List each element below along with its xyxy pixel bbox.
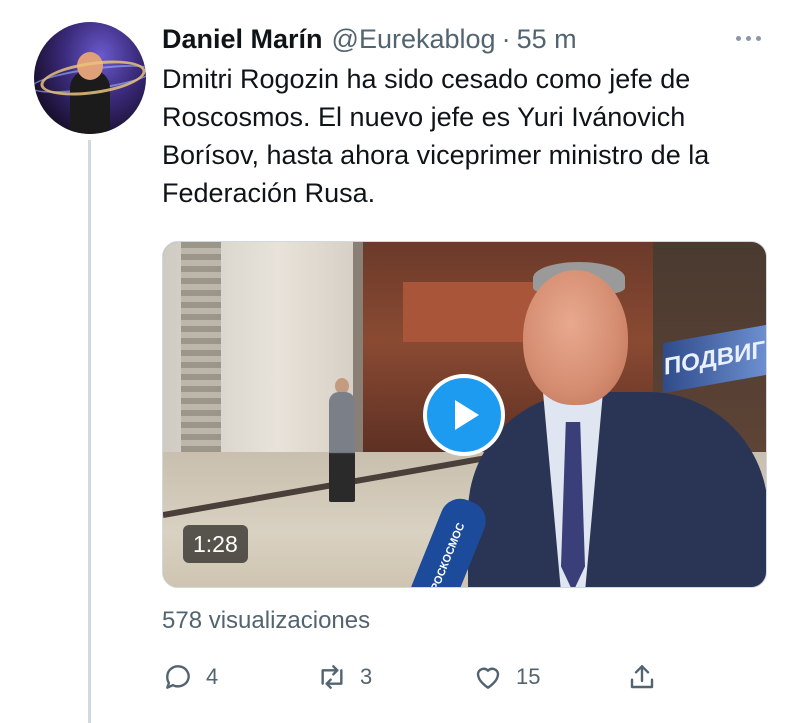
- like-count: 15: [516, 664, 541, 689]
- thread-line: [88, 140, 91, 723]
- microphone-label: РОСКОСМОС: [428, 521, 468, 588]
- reply-icon: [166, 665, 190, 689]
- video-player[interactable]: ПОДВИГ РОСКОСМОС 1:28: [162, 241, 767, 588]
- video-frame-walker: [329, 392, 355, 502]
- avatar[interactable]: [34, 22, 146, 134]
- video-frame-face: [523, 270, 628, 405]
- share-icon: [630, 665, 654, 689]
- reply-count: 4: [206, 664, 219, 689]
- share-button[interactable]: [626, 655, 658, 699]
- retweet-icon: [321, 665, 343, 689]
- tweet-actions: 4 3 15: [162, 655, 672, 699]
- video-frame-pillar: [181, 242, 221, 472]
- like-button[interactable]: 15: [472, 655, 540, 699]
- avatar-planet-ring: [38, 54, 146, 102]
- more-options-icon[interactable]: [726, 24, 770, 52]
- reply-button[interactable]: 4: [162, 655, 218, 699]
- retweet-count: 3: [360, 664, 373, 689]
- view-count[interactable]: 578 visualizaciones: [162, 607, 370, 635]
- video-frame-suit: [468, 392, 766, 587]
- header-separator: ·: [501, 23, 511, 54]
- video-frame-tower: [403, 282, 543, 342]
- tweet-timestamp[interactable]: 55 m: [517, 24, 577, 55]
- author-name[interactable]: Daniel Marín: [162, 24, 323, 55]
- author-handle[interactable]: @Eurekablog: [332, 24, 496, 55]
- play-icon: [455, 400, 479, 430]
- heart-icon: [476, 667, 500, 689]
- play-button[interactable]: [423, 374, 505, 456]
- tweet-header: Daniel Marín @Eurekablog · 55 m: [162, 22, 577, 56]
- video-duration-badge: 1:28: [183, 525, 248, 563]
- tweet-text: Dmitri Rogozin ha sido cesado como jefe …: [162, 64, 710, 208]
- retweet-button[interactable]: 3: [316, 655, 372, 699]
